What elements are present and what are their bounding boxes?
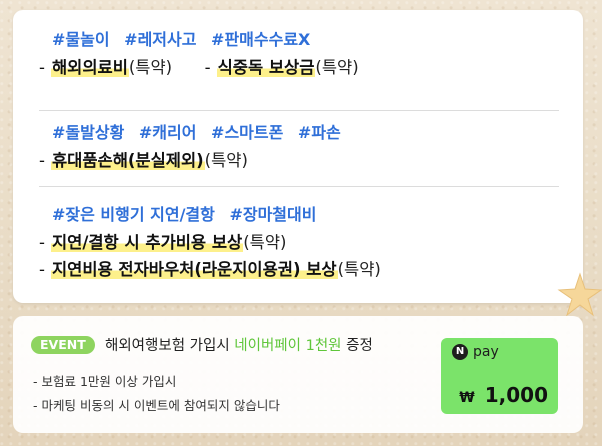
hashtag: #물놀이 xyxy=(52,30,110,49)
coverage-item-row: - 지연비용 전자바우처(라운지이용권) 보상(특약) xyxy=(39,258,557,282)
bullet-dash: - xyxy=(39,260,45,279)
hashtag: #레저사고 xyxy=(124,30,197,49)
hashtag: #돌발상황 xyxy=(52,123,125,142)
rider-label: (특약) xyxy=(204,151,248,170)
event-title: 해외여행보험 가입시 네이버페이 1천원 증정 xyxy=(105,334,373,355)
event-note: - 마케팅 비동의 시 이벤트에 참여되지 않습니다 xyxy=(33,398,280,413)
coverage-section-1: #물놀이 #레저사고 #판매수수료X - 해외의료비(특약) - 식중독 보상금(특… xyxy=(39,29,557,80)
npay-label: pay xyxy=(473,344,499,360)
coverage-name: 휴대품손해(분실제외) xyxy=(50,151,205,170)
divider xyxy=(39,110,559,111)
npay-amount: ₩1,000 xyxy=(459,383,548,407)
rider-label: (특약) xyxy=(337,260,381,279)
npay-n-icon: N xyxy=(452,344,468,360)
divider xyxy=(39,186,559,187)
coverage-item-row: - 지연/결항 시 추가비용 보상(특약) xyxy=(39,231,557,255)
won-symbol: ₩ xyxy=(459,390,475,406)
hashtag: #장마철대비 xyxy=(229,205,317,224)
hashtag-row: #물놀이 #레저사고 #판매수수료X xyxy=(52,29,557,51)
npay-voucher-card: N pay ₩1,000 xyxy=(441,338,558,414)
event-title-highlight: 네이버페이 1천원 xyxy=(234,338,342,354)
coverage-section-3: #잦은 비행기 지연/결항 #장마철대비 - 지연/결항 시 추가비용 보상(특약… xyxy=(39,204,557,282)
coverage-item-row: - 해외의료비(특약) - 식중독 보상금(특약) xyxy=(39,56,557,80)
coverage-name: 식중독 보상금 xyxy=(216,58,316,77)
hashtag: #캐리어 xyxy=(138,123,197,142)
amount-value: 1,000 xyxy=(484,383,548,407)
bullet-dash: - xyxy=(39,233,45,252)
event-title-suffix: 증정 xyxy=(341,338,373,354)
event-note: - 보험료 1만원 이상 가입시 xyxy=(33,374,177,389)
bullet-dash: - xyxy=(39,151,45,170)
event-badge: EVENT xyxy=(31,336,95,354)
bullet-dash: - xyxy=(204,58,211,77)
bullet-dash: - xyxy=(39,58,45,77)
coverage-name: 해외의료비 xyxy=(50,58,129,77)
coverage-name: 지연비용 전자바우처(라운지이용권) 보상 xyxy=(50,260,338,279)
rider-label: (특약) xyxy=(243,233,287,252)
hashtag: #스마트폰 xyxy=(211,123,284,142)
hashtag: #파손 xyxy=(297,123,341,142)
coverage-name: 지연/결항 시 추가비용 보상 xyxy=(50,233,244,252)
hashtag-row: #돌발상황 #캐리어 #스마트폰 #파손 xyxy=(52,122,557,144)
hashtag: #잦은 비행기 지연/결항 xyxy=(52,205,215,224)
event-banner[interactable]: EVENT 해외여행보험 가입시 네이버페이 1천원 증정 - 보험료 1만원 … xyxy=(13,316,583,433)
coverage-section-2: #돌발상황 #캐리어 #스마트폰 #파손 - 휴대품손해(분실제외)(특약) xyxy=(39,122,557,173)
hashtag: #판매수수료X xyxy=(211,30,311,49)
rider-label: (특약) xyxy=(315,58,359,77)
starfish-icon xyxy=(557,272,602,317)
rider-label: (특약) xyxy=(128,58,173,77)
event-title-prefix: 해외여행보험 가입시 xyxy=(105,338,235,354)
npay-logo: N pay xyxy=(452,344,499,360)
hashtag-row: #잦은 비행기 지연/결항 #장마철대비 xyxy=(52,204,557,226)
coverage-card: #물놀이 #레저사고 #판매수수료X - 해외의료비(특약) - 식중독 보상금(특… xyxy=(13,10,583,303)
coverage-item-row: - 휴대품손해(분실제외)(특약) xyxy=(39,149,557,173)
